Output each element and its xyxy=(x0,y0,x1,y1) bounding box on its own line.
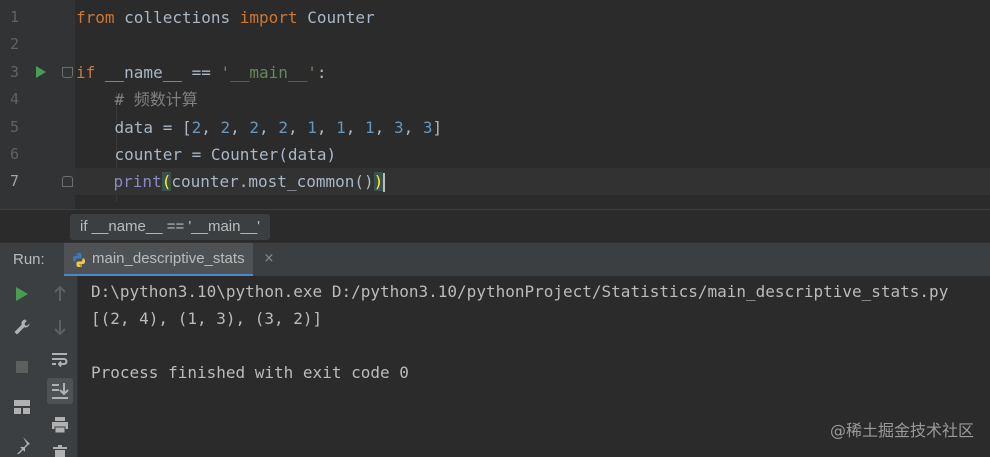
line-number: 1 xyxy=(10,8,20,26)
code-token: , xyxy=(259,118,279,137)
print-icon xyxy=(52,417,68,434)
code-token: 1 xyxy=(336,118,346,137)
code-token: __name__ == xyxy=(95,63,221,82)
code-area[interactable]: from collections import Counter if __nam… xyxy=(75,0,990,209)
code-token: , xyxy=(230,118,250,137)
layout-icon xyxy=(14,400,30,414)
code-token: 1 xyxy=(365,118,375,137)
code-line: counter = Counter(data) xyxy=(76,141,337,168)
print-button[interactable] xyxy=(47,412,73,438)
code-token: 1 xyxy=(307,118,317,137)
text-caret xyxy=(383,173,386,192)
scroll-to-end-icon xyxy=(52,383,69,399)
fold-icon[interactable] xyxy=(62,67,73,78)
breadcrumb-bar: if __name__ == '__main__' xyxy=(0,209,990,242)
code-token: , xyxy=(345,118,366,137)
code-line: # 频数计算 xyxy=(76,86,198,113)
down-button[interactable] xyxy=(47,314,73,340)
play-icon xyxy=(16,287,28,301)
code-token: , xyxy=(374,118,394,137)
run-tool-window: D:\python3.10\python.exe D:/python3.10/p… xyxy=(0,276,990,457)
run-label: Run: xyxy=(13,251,45,268)
soft-wrap-button[interactable] xyxy=(47,346,73,372)
code-token: : xyxy=(316,63,327,82)
code-token: , xyxy=(403,118,423,137)
code-line-current: print(counter.most_common()) xyxy=(75,168,990,195)
code-token: , xyxy=(316,118,337,137)
pin-button[interactable] xyxy=(9,432,35,457)
close-icon[interactable]: × xyxy=(262,252,276,266)
arrow-down-icon xyxy=(54,320,66,335)
run-toolbar-secondary xyxy=(42,276,78,457)
code-token: ] xyxy=(432,118,443,137)
wrench-icon xyxy=(14,319,30,335)
code-token: 3 xyxy=(393,118,404,137)
line-number: 3 xyxy=(10,63,20,81)
run-gutter-icon[interactable] xyxy=(36,66,46,78)
code-editor[interactable]: 1 2 3 4 5 6 7 from collections import Co… xyxy=(0,0,990,209)
code-token: ( xyxy=(161,172,172,191)
code-token: print xyxy=(113,172,162,191)
code-token: counter = Counter(data) xyxy=(76,145,337,164)
line-number: 4 xyxy=(10,90,20,108)
layout-button[interactable] xyxy=(9,394,35,420)
run-tool-window-header: Run: main_descriptive_stats × xyxy=(0,242,990,277)
rerun-button[interactable] xyxy=(9,281,35,307)
watermark: @稀土掘金技术社区 xyxy=(829,421,974,440)
code-line: if __name__ == '__main__': xyxy=(76,59,326,86)
code-token: 2 xyxy=(249,118,260,137)
code-token: , xyxy=(201,118,221,137)
scroll-to-end-button[interactable] xyxy=(47,378,73,404)
run-tab[interactable]: main_descriptive_stats xyxy=(64,243,253,277)
soft-wrap-icon xyxy=(52,353,68,367)
trash-icon xyxy=(53,445,67,457)
stop-button[interactable] xyxy=(9,354,35,380)
breadcrumb[interactable]: if __name__ == '__main__' xyxy=(70,214,271,240)
code-token: 2 xyxy=(278,118,288,137)
pin-icon xyxy=(17,437,30,454)
code-token: if xyxy=(76,63,96,82)
console-line: Process finished with exit code 0 xyxy=(91,363,409,382)
fold-end-icon[interactable] xyxy=(62,176,73,187)
run-toolbar-primary xyxy=(0,276,42,457)
settings-button[interactable] xyxy=(9,314,35,340)
code-token: ) xyxy=(373,172,384,191)
console-output[interactable]: D:\python3.10\python.exe D:/python3.10/p… xyxy=(91,278,990,386)
python-icon xyxy=(73,253,85,267)
code-token: , xyxy=(287,118,308,137)
code-token: 2 xyxy=(191,118,202,137)
run-tab-title: main_descriptive_stats xyxy=(92,250,245,267)
code-token: collections xyxy=(114,8,240,27)
code-token: counter.most_common() xyxy=(171,172,374,191)
up-button[interactable] xyxy=(47,281,73,307)
code-line: from collections import Counter xyxy=(76,4,375,31)
console-line[interactable]: D:\python3.10\python.exe D:/python3.10/p… xyxy=(91,278,990,305)
code-line: data = [2, 2, 2, 2, 1, 1, 1, 3, 3] xyxy=(76,114,443,141)
code-token: 2 xyxy=(220,118,231,137)
clear-button[interactable] xyxy=(47,440,73,457)
code-token: from xyxy=(76,8,115,27)
code-token: '__main__' xyxy=(220,63,317,82)
console-line: [(2, 4), (1, 3), (3, 2)] xyxy=(91,309,323,328)
line-number: 7 xyxy=(10,172,20,190)
code-token: # 频数计算 xyxy=(76,90,198,109)
line-number: 2 xyxy=(10,35,20,53)
editor-gutter: 1 2 3 4 5 6 7 xyxy=(0,0,75,209)
code-token: Counter xyxy=(297,8,375,27)
line-number: 5 xyxy=(10,118,20,136)
arrow-up-icon xyxy=(54,286,66,301)
code-token: import xyxy=(239,8,298,27)
code-token: data = [ xyxy=(76,118,192,137)
line-number: 6 xyxy=(10,145,20,163)
stop-icon xyxy=(16,361,28,373)
